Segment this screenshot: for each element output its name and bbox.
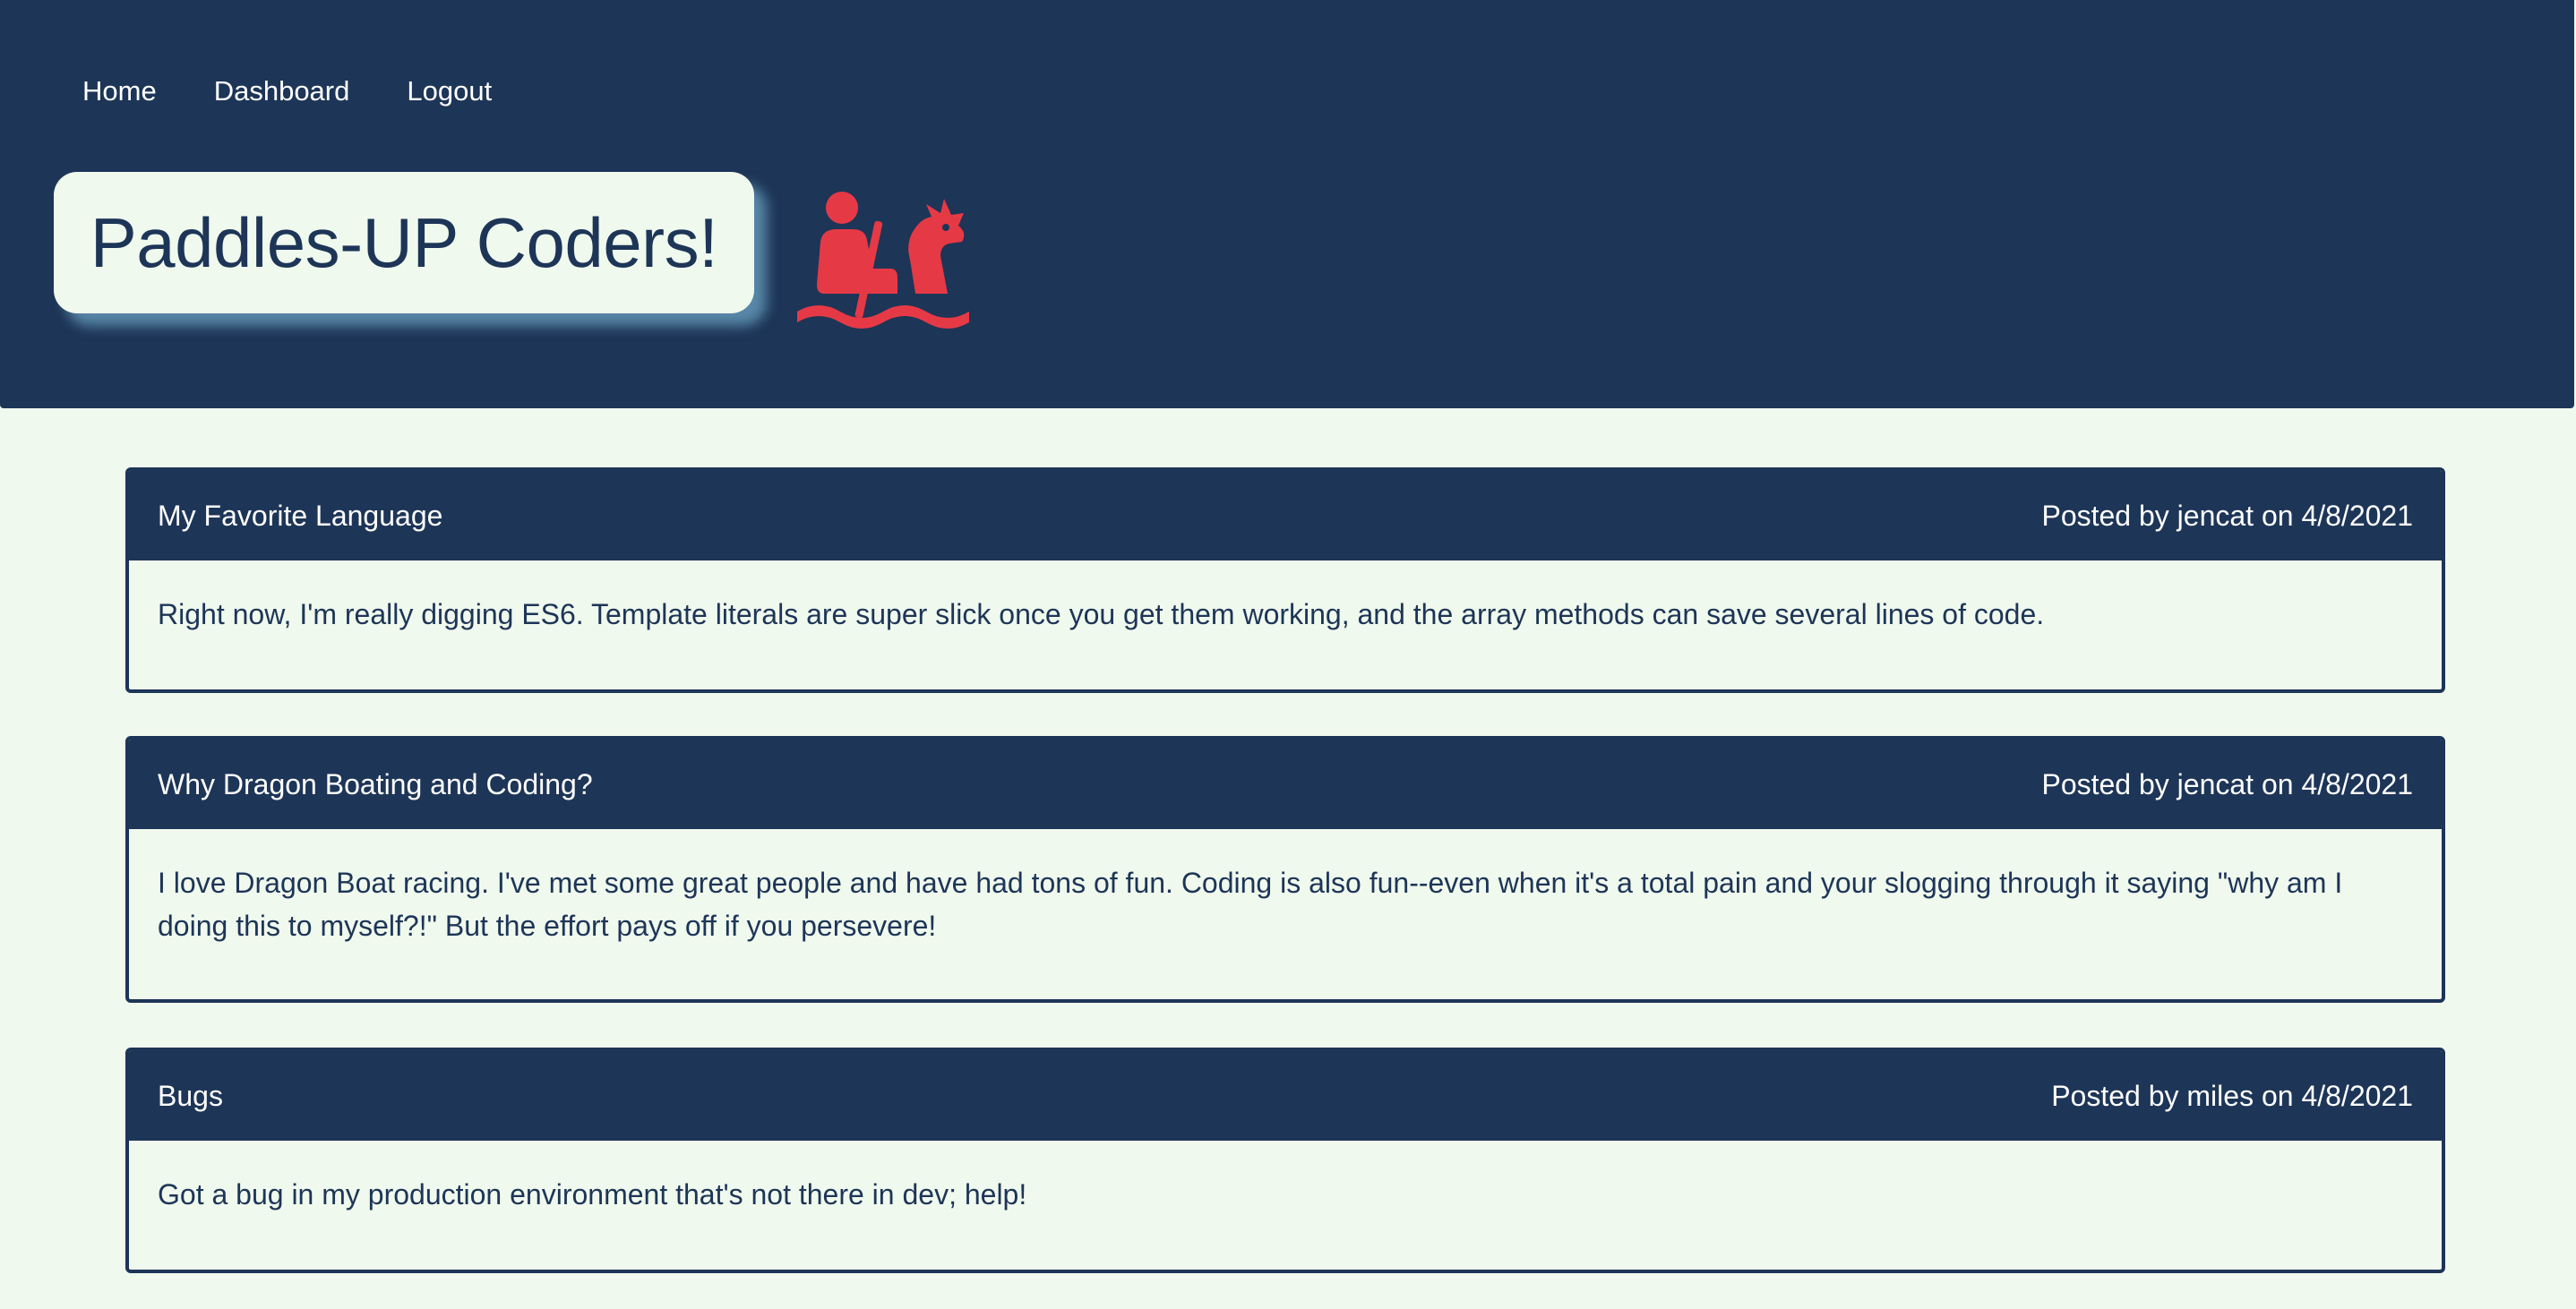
post-header: Why Dragon Boating and Coding? Posted by… <box>129 740 2442 829</box>
post-title[interactable]: Bugs <box>158 1080 223 1113</box>
nav-link-logout[interactable]: Logout <box>407 72 492 111</box>
post-header: My Favorite Language Posted by jencat on… <box>129 471 2442 560</box>
post-card: Bugs Posted by miles on 4/8/2021 Got a b… <box>125 1048 2445 1273</box>
post-card: My Favorite Language Posted by jencat on… <box>125 467 2445 693</box>
post-header: Bugs Posted by miles on 4/8/2021 <box>129 1051 2442 1141</box>
post-meta: Posted by miles on 4/8/2021 <box>2051 1079 2413 1112</box>
post-meta: Posted by jencat on 4/8/2021 <box>2041 767 2413 800</box>
post-title[interactable]: My Favorite Language <box>158 500 442 533</box>
dragon-boat-paddler-icon <box>797 192 969 329</box>
post-card: Why Dragon Boating and Coding? Posted by… <box>125 736 2445 1003</box>
post-title[interactable]: Why Dragon Boating and Coding? <box>158 768 593 801</box>
post-body: I love Dragon Boat racing. I've met some… <box>158 867 2343 942</box>
post-body: Right now, I'm really digging ES6. Templ… <box>158 598 2045 630</box>
site-title-box: Paddles-UP Coders! <box>54 172 754 313</box>
post-meta: Posted by jencat on 4/8/2021 <box>2041 499 2413 532</box>
site-title: Paddles-UP Coders! <box>90 202 718 282</box>
nav-link-dashboard[interactable]: Dashboard <box>214 72 350 111</box>
site-header: Home Dashboard Logout Paddles-UP Coders! <box>0 0 2574 408</box>
post-body: Got a bug in my production environment t… <box>158 1178 1027 1211</box>
nav-link-home[interactable]: Home <box>82 72 157 111</box>
main-nav: Home Dashboard Logout <box>82 72 549 111</box>
